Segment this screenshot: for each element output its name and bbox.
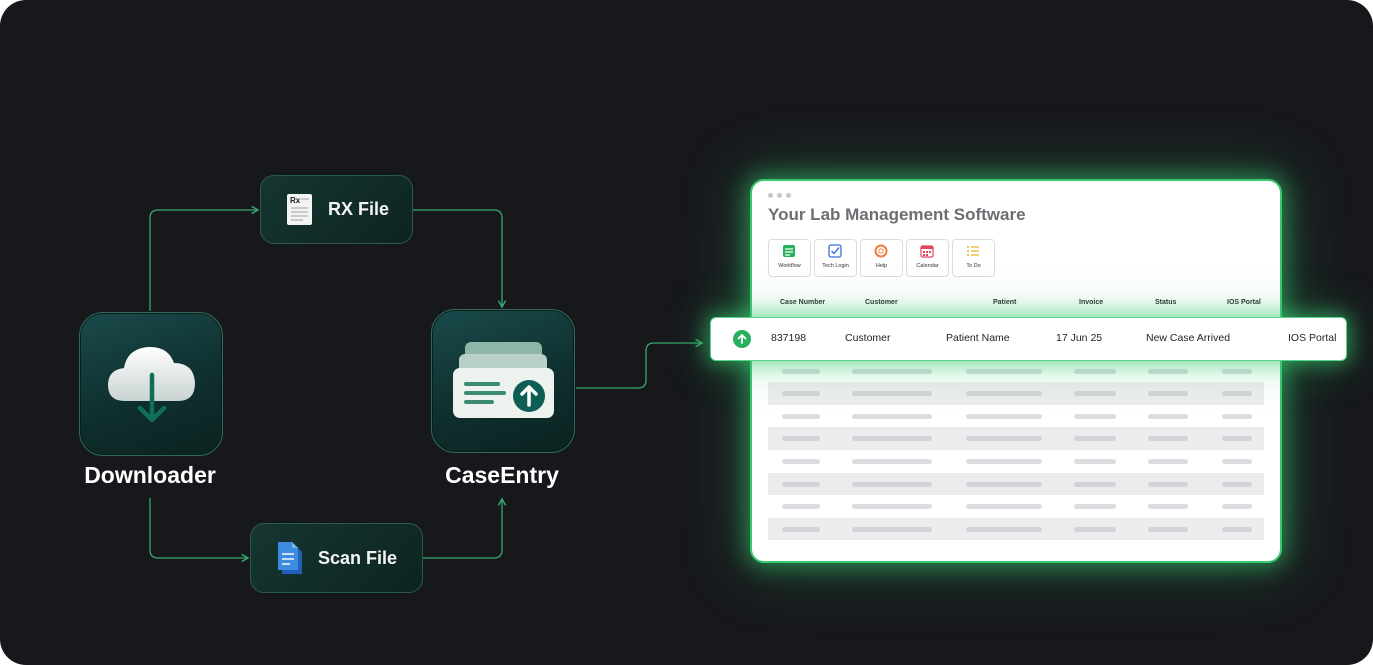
calendar-icon <box>920 245 934 258</box>
lab-toolbar: Workflow Tech Login Help Calendar To Do <box>768 239 995 277</box>
arrow-up-circle-icon <box>733 330 751 348</box>
invoice-cell: 17 Jun 25 <box>1056 332 1103 344</box>
toolbar-help-button[interactable]: Help <box>860 239 903 277</box>
rx-file-label: RX File <box>328 199 390 219</box>
cloud-download-icon <box>108 346 195 423</box>
status-cell: New Case Arrived <box>1146 332 1231 344</box>
checklist-icon <box>967 246 979 256</box>
window-dots <box>768 193 791 198</box>
downloader-label: Downloader <box>84 462 216 488</box>
toolbar-calendar-button[interactable]: Calendar <box>906 239 949 277</box>
table-row <box>768 405 1264 428</box>
rx-document-icon: Rx <box>287 194 312 225</box>
toolbar-todo-label: To Do <box>966 263 981 269</box>
checkbox-icon <box>828 244 842 258</box>
toolbar-todo-button[interactable]: To Do <box>952 239 995 277</box>
downloader-app-tile <box>79 312 223 456</box>
workflow-icon <box>783 245 795 257</box>
lifebuoy-icon <box>874 244 888 258</box>
connector-scan-to-caseentry <box>423 497 507 559</box>
column-header-ios-portal: IOS Portal <box>1227 299 1261 306</box>
toolbar-tech-login-button[interactable]: Tech Login <box>814 239 857 277</box>
scan-file-label: Scan File <box>318 548 398 568</box>
portal-cell: IOS Portal <box>1288 332 1337 344</box>
connector-caseentry-to-software <box>576 338 704 389</box>
toolbar-workflow-label: Workflow <box>778 263 801 269</box>
upload-cards-icon <box>453 342 554 418</box>
lab-software-title: Your Lab Management Software <box>768 205 1026 224</box>
connector-rx-to-caseentry <box>413 209 507 309</box>
table-row <box>768 472 1264 496</box>
lab-software-window: Your Lab Management Software Workflow Te… <box>750 179 1282 563</box>
toolbar-workflow-button[interactable]: Workflow <box>768 239 811 277</box>
connector-downloader-to-rx <box>149 205 260 311</box>
column-header-customer: Customer <box>865 299 898 306</box>
toolbar-calendar-label: Calendar <box>916 263 939 269</box>
table-row <box>768 450 1264 473</box>
diagram-canvas: Rx RX File Scan File Downloader CaseEntr… <box>0 0 1373 665</box>
table-row <box>768 517 1264 541</box>
placeholder-table-body <box>768 337 1264 541</box>
column-header-case-number: Case Number <box>780 299 826 306</box>
toolbar-help-label: Help <box>875 263 888 269</box>
caseentry-label: CaseEntry <box>445 462 559 488</box>
rx-file-node: Rx RX File <box>260 175 413 244</box>
connector-downloader-to-scan <box>149 498 250 563</box>
caseentry-app-tile <box>431 309 575 453</box>
scan-file-node: Scan File <box>250 523 423 593</box>
column-header-status: Status <box>1155 299 1177 306</box>
table-row <box>768 495 1264 518</box>
table-row <box>768 427 1264 450</box>
table-row <box>768 382 1264 405</box>
column-header-invoice: Invoice <box>1079 299 1104 306</box>
table-row <box>768 360 1264 383</box>
patient-cell: Patient Name <box>946 332 1010 344</box>
customer-cell: Customer <box>845 332 891 344</box>
toolbar-tech-login-label: Tech Login <box>822 263 849 269</box>
table-header: Case Number Customer Patient Invoice Sta… <box>768 293 1264 313</box>
column-header-patient: Patient <box>993 299 1017 306</box>
new-case-row[interactable]: 837198 Customer Patient Name 17 Jun 25 N… <box>710 317 1347 361</box>
scan-document-icon <box>278 542 302 574</box>
case-number-cell: 837198 <box>771 332 807 344</box>
